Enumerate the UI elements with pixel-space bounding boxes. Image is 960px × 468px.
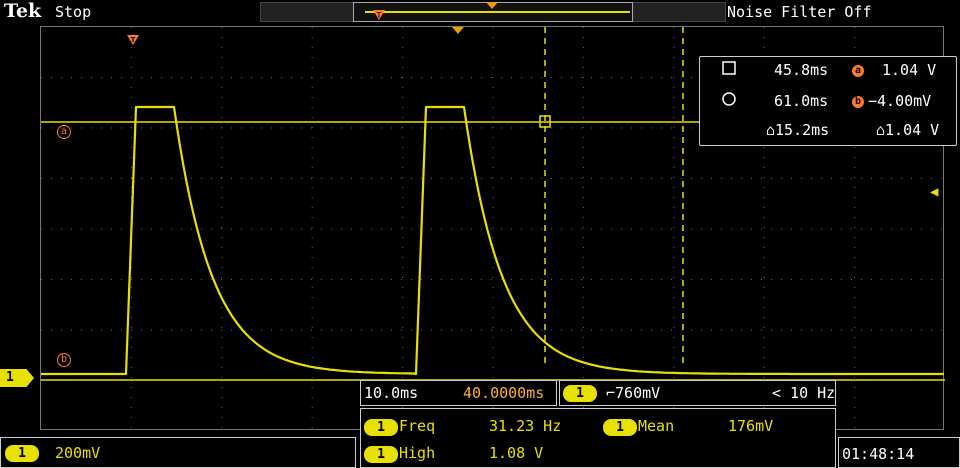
time-per-division: 10.0ms <box>364 384 419 402</box>
expansion-point-icon <box>486 2 498 9</box>
meas-high-channel-badge: 1 <box>364 446 398 463</box>
meas-mean-label: Mean <box>638 417 675 435</box>
meas-high-value: 1.08 V <box>489 444 544 462</box>
cursor-a-time: 45.8ms <box>774 61 829 79</box>
cursor-readout-panel[interactable]: 45.8ms a 1.04 V 61.0ms b −4.00mV ⌂15.2ms… <box>699 56 957 146</box>
circle-cursor-icon <box>722 92 736 110</box>
meas-mean-channel-badge: 1 <box>603 419 637 436</box>
cursor-a-marker[interactable]: a <box>57 125 71 139</box>
clock-readout: 01:48:14 <box>838 437 960 468</box>
delta-time: ⌂15.2ms <box>766 121 830 139</box>
svg-text:T: T <box>131 36 136 44</box>
trigger-frequency: < 10 Hz <box>772 384 836 402</box>
trigger-source-badge: 1 <box>563 385 597 402</box>
meas-high-label: High <box>399 444 436 462</box>
status-bar: Tek Stop T Noise Filter Off <box>0 0 960 26</box>
trigger-level-arrow-icon[interactable]: ◀ <box>930 184 938 200</box>
acquisition-state[interactable]: Stop <box>55 3 91 21</box>
meas-mean-value: 176mV <box>728 417 774 435</box>
expansion-marker-icon <box>452 27 464 34</box>
channel-1-volts-per-div: 200mV <box>55 444 101 462</box>
noise-filter-status[interactable]: Noise Filter Off <box>727 3 872 21</box>
channel-1-badge: 1 <box>5 445 39 462</box>
cursor-a-volt: 1.04 V <box>882 61 937 79</box>
trigger-level: ⌐760mV <box>606 384 661 402</box>
trigger-position-icon: T <box>373 10 385 20</box>
trigger-readout[interactable]: 1 ⌐760mV < 10 Hz <box>559 380 836 406</box>
meas-freq-value: 31.23 Hz <box>489 417 562 435</box>
record-trace-preview <box>365 11 630 13</box>
cursor-b-time: 61.0ms <box>774 92 829 110</box>
horizontal-position: 40.0000ms <box>463 384 545 402</box>
horizontal-readout[interactable]: 10.0ms 40.0000ms <box>360 380 557 406</box>
square-cursor-icon <box>722 61 736 79</box>
delta-volt: ⌂1.04 V <box>876 121 940 139</box>
meas-freq-label: Freq <box>399 417 436 435</box>
svg-text:T: T <box>376 11 382 20</box>
trigger-point-icon: T <box>126 34 140 52</box>
meas-freq-channel-badge: 1 <box>364 419 398 436</box>
brand-logo: Tek <box>4 0 42 22</box>
clock-time: 01:48:14 <box>842 445 915 463</box>
cursor-b-volt: −4.00mV <box>868 92 932 110</box>
measurement-panel[interactable]: 1 Freq 31.23 Hz 1 Mean 176mV 1 High 1.08… <box>360 408 836 468</box>
channel-1-scale-readout[interactable]: 1 200mV <box>0 437 356 468</box>
channel-1-ground-marker[interactable]: 1 <box>0 369 34 387</box>
cursor-b-marker[interactable]: b <box>57 353 71 367</box>
cursor-b-volt-marker: b <box>852 96 864 108</box>
cursor-a-volt-marker: a <box>852 65 864 77</box>
